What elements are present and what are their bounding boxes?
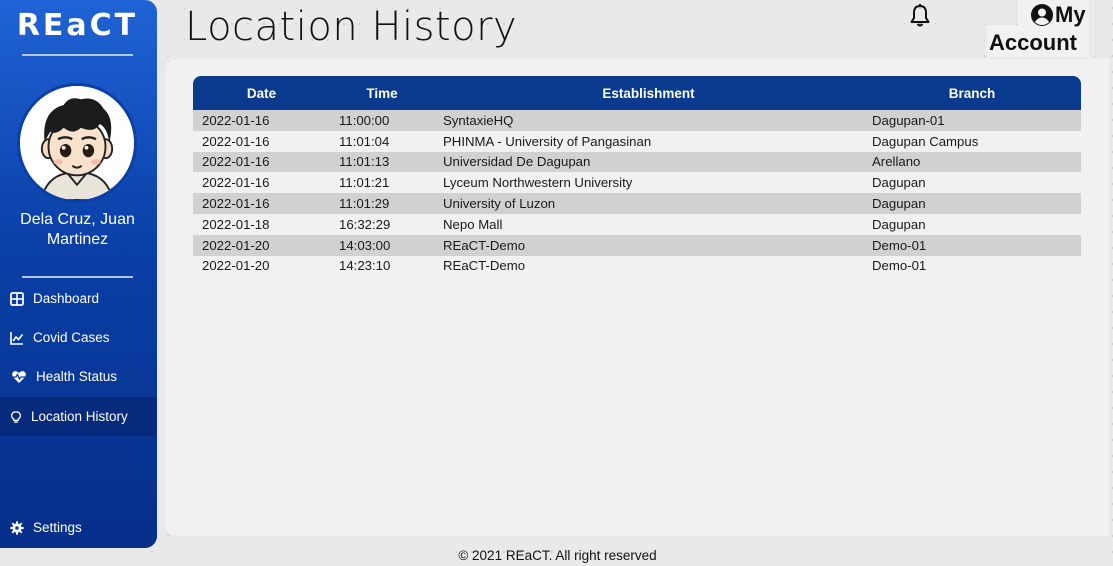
cell-establishment: Universidad De Dagupan [443,154,591,170]
column-header-branch[interactable]: Branch [863,76,1081,110]
cell-time: 14:23:10 [339,258,391,274]
cell-branch: Dagupan [872,216,926,232]
sidebar-item-settings[interactable]: Settings [0,508,157,547]
table-header-row: Date Time Establishment Branch [193,76,1081,110]
cell-establishment: Nepo Mall [443,216,503,232]
cell-branch: Demo-01 [872,237,927,253]
cell-time: 11:01:29 [339,196,390,212]
cell-establishment: SyntaxieHQ [443,112,514,128]
cell-date: 2022-01-20 [202,258,270,274]
notification-button[interactable] [907,3,933,29]
heartbeat-icon [12,370,26,383]
profile-name: Dela Cruz, Juan Martinez [0,210,155,250]
cell-time: 16:32:29 [339,216,391,232]
profile-name-line1: Dela Cruz, Juan [20,211,135,228]
sidebar: REaCT Dela Cruz, Juan Martinez Dashboard… [0,0,157,548]
sidebar-item-label: Health Status [36,369,118,384]
page-title: Location History [185,4,518,50]
cell-date: 2022-01-20 [202,237,270,253]
gear-icon [10,520,24,535]
sidebar-divider [22,276,133,278]
sidebar-item-label: Location History [31,409,128,424]
cell-time: 11:00:00 [339,112,390,128]
table-row[interactable]: 2022-01-20 14:03:00 REaCT-Demo Demo-01 [193,234,1081,256]
sidebar-divider [22,54,133,56]
avatar [17,83,137,203]
bell-icon [910,4,930,27]
brand-logo[interactable]: REaCT [0,8,155,43]
my-account-button[interactable]: My Account [987,0,1089,57]
cell-branch: Dagupan [872,196,926,212]
table-row[interactable]: 2022-01-18 16:32:29 Nepo Mall Dagupan [193,213,1081,235]
table-row[interactable]: 2022-01-16 11:01:29 University of Luzon … [193,193,1081,214]
cell-date: 2022-01-16 [202,112,270,128]
cell-branch: Dagupan Campus [872,133,979,149]
sidebar-item-label: Dashboard [33,291,100,306]
account-label-my: My [1055,2,1086,27]
cell-branch: Demo-01 [872,258,927,274]
cell-time: 14:03:00 [339,237,391,253]
cell-date: 2022-01-16 [202,154,270,170]
cell-branch: Arellano [872,154,921,170]
cell-branch: Dagupan [872,175,926,191]
user-circle-icon [1031,4,1053,26]
cell-establishment: PHINMA - University of Pangasinan [443,133,652,149]
cell-date: 2022-01-16 [202,196,270,212]
copyright-text: © 2021 REaCT. All right reserved [458,548,657,563]
lightbulb-icon [11,410,21,423]
cell-date: 2022-01-18 [202,216,270,232]
sidebar-item-location-history[interactable]: Location History [0,397,157,436]
account-label-account: Account [989,30,1077,55]
location-history-table-wrapper: Date Time Establishment Branch 2022-01-1… [193,76,1081,277]
cell-establishment: University of Luzon [443,196,556,212]
dashboard-grid-icon [10,291,24,306]
cell-establishment: Lyceum Northwestern University [443,175,633,191]
column-header-date[interactable]: Date [193,76,330,110]
table-row[interactable]: 2022-01-16 11:00:00 SyntaxieHQ Dagupan-0… [193,110,1081,131]
footer: © 2021 REaCT. All right reserved [0,548,1113,563]
avatar-illustration [20,86,134,200]
cell-establishment: REaCT-Demo [443,237,526,253]
table-row[interactable]: 2022-01-16 11:01:04 PHINMA - University … [193,130,1081,152]
cell-time: 11:01:13 [339,154,390,170]
column-header-establishment[interactable]: Establishment [434,76,863,110]
cell-branch: Dagupan-01 [872,112,945,128]
header: Location History My Account [165,0,1109,57]
table-row[interactable]: 2022-01-20 14:23:10 REaCT-Demo Demo-01 [193,255,1081,277]
sidebar-item-label: Covid Cases [33,330,110,345]
profile-name-line2: Martinez [46,231,109,248]
table-row[interactable]: 2022-01-16 11:01:13 Universidad De Dagup… [193,151,1081,173]
sidebar-item-health-status[interactable]: Health Status [0,357,157,396]
location-history-table: Date Time Establishment Branch 2022-01-1… [193,76,1081,277]
sidebar-item-label: Settings [33,520,82,535]
main-content: Date Time Establishment Branch 2022-01-1… [165,59,1109,536]
cell-date: 2022-01-16 [202,175,270,191]
cell-time: 11:01:21 [339,175,390,191]
line-chart-icon [10,331,24,345]
cell-date: 2022-01-16 [202,133,270,149]
column-header-time[interactable]: Time [330,76,434,110]
cell-time: 11:01:04 [339,133,390,149]
table-row[interactable]: 2022-01-16 11:01:21 Lyceum Northwestern … [193,172,1081,194]
sidebar-item-covid-cases[interactable]: Covid Cases [0,318,157,357]
table-body: 2022-01-16 11:00:00 SyntaxieHQ Dagupan-0… [193,110,1081,277]
sidebar-item-dashboard[interactable]: Dashboard [0,279,157,318]
cell-establishment: REaCT-Demo [443,258,526,274]
